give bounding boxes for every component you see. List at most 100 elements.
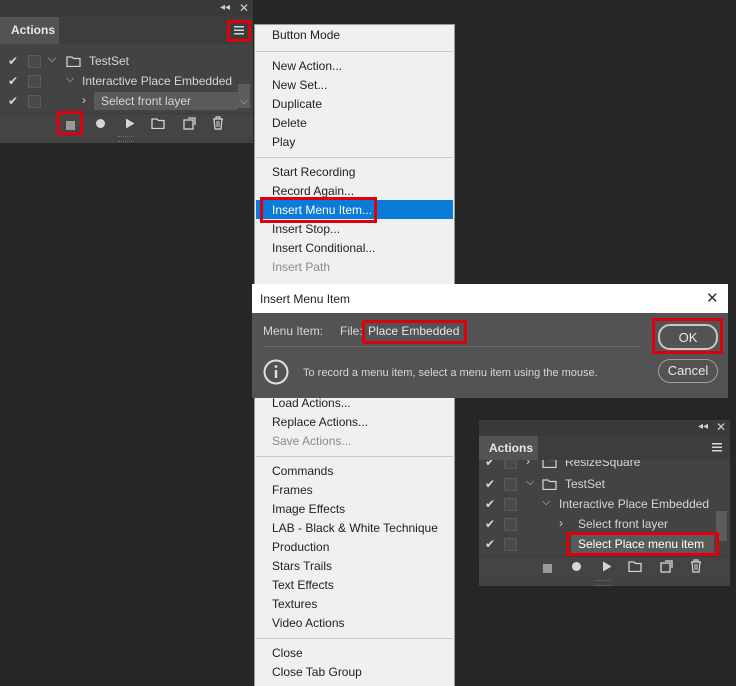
chevron-down-icon[interactable]: ⌵ bbox=[542, 496, 550, 509]
menu-item-insert-path: Insert Path bbox=[272, 260, 331, 274]
play-icon[interactable] bbox=[602, 561, 612, 575]
collapse-icon[interactable]: ◂◂ bbox=[698, 421, 708, 432]
new-set-icon[interactable] bbox=[151, 117, 165, 132]
menu-item-insert-conditional[interactable]: Insert Conditional... bbox=[272, 241, 375, 255]
menu-item-production[interactable]: Production bbox=[272, 540, 329, 554]
trash-icon[interactable] bbox=[690, 559, 702, 576]
menu-item-lab-bw[interactable]: LAB - Black & White Technique bbox=[272, 521, 438, 535]
menu-item-save-actions: Save Actions... bbox=[272, 434, 352, 448]
dialog-info-text: To record a menu item, select a menu ite… bbox=[303, 367, 598, 379]
menu-item-new-set[interactable]: New Set... bbox=[272, 78, 327, 92]
chevron-right-icon[interactable]: › bbox=[526, 460, 530, 468]
new-set-icon[interactable] bbox=[628, 560, 642, 575]
check-icon[interactable]: ✔ bbox=[485, 537, 495, 551]
menu-item-frames[interactable]: Frames bbox=[272, 483, 313, 497]
action-row-testset[interactable]: ✔ ⌵ TestSet bbox=[479, 474, 714, 494]
action-row-select-front[interactable]: ✔ › Select front layer bbox=[479, 514, 714, 534]
menu-item-button-mode[interactable]: Button Mode bbox=[272, 28, 340, 42]
dialog-toggle-box[interactable] bbox=[504, 498, 517, 511]
menu-separator bbox=[256, 157, 453, 158]
scroll-down-icon[interactable]: ⌵ bbox=[240, 96, 248, 107]
action-row-label: Select front layer bbox=[578, 517, 669, 531]
action-row-label: Interactive Place Embedded bbox=[559, 497, 710, 511]
resize-grip[interactable] bbox=[596, 580, 612, 586]
action-row-label: ResizeSquare bbox=[565, 460, 641, 469]
cancel-button[interactable]: Cancel bbox=[658, 359, 718, 383]
stop-icon[interactable] bbox=[66, 119, 75, 133]
menu-item-commands[interactable]: Commands bbox=[272, 464, 333, 478]
menu-item-record-again[interactable]: Record Again... bbox=[272, 184, 354, 198]
panel-menu-icon[interactable] bbox=[232, 24, 246, 36]
dialog-toggle-box[interactable] bbox=[28, 55, 41, 68]
action-row-resizesquare[interactable]: ✔ › ResizeSquare bbox=[479, 460, 714, 474]
check-icon[interactable]: ✔ bbox=[8, 54, 18, 68]
check-icon[interactable]: ✔ bbox=[8, 74, 18, 88]
collapse-icon[interactable]: ◂◂ bbox=[220, 2, 232, 14]
chevron-down-icon[interactable]: ⌵ bbox=[48, 53, 56, 66]
record-icon[interactable] bbox=[571, 561, 582, 575]
menu-item-duplicate[interactable]: Duplicate bbox=[272, 97, 322, 111]
ok-button[interactable]: OK bbox=[658, 324, 718, 350]
action-row-select-place[interactable]: ✔ Select Place menu item bbox=[479, 534, 714, 554]
action-row-label: Select Place menu item bbox=[578, 537, 705, 551]
dialog-toggle-box[interactable] bbox=[28, 95, 41, 108]
menu-item-text-effects[interactable]: Text Effects bbox=[272, 578, 334, 592]
new-action-icon[interactable] bbox=[183, 117, 196, 133]
new-action-icon[interactable] bbox=[660, 560, 673, 576]
folder-icon bbox=[542, 460, 557, 471]
check-icon[interactable]: ✔ bbox=[8, 94, 18, 108]
panel1-titlebar bbox=[0, 0, 253, 17]
action-row-label: Select front layer bbox=[101, 94, 192, 108]
record-icon[interactable] bbox=[95, 118, 106, 132]
folder-icon bbox=[542, 478, 557, 493]
menu-separator bbox=[256, 51, 453, 52]
close-icon[interactable]: ✕ bbox=[239, 1, 251, 15]
action-row-select-front[interactable]: ✔ › Select front layer bbox=[0, 91, 238, 111]
menu-item-insert-stop[interactable]: Insert Stop... bbox=[272, 222, 340, 236]
check-icon[interactable]: ✔ bbox=[485, 477, 495, 491]
menu-item-delete[interactable]: Delete bbox=[272, 116, 307, 130]
stop-icon[interactable] bbox=[543, 562, 552, 576]
check-icon[interactable]: ✔ bbox=[485, 497, 495, 511]
tab-actions[interactable]: Actions bbox=[479, 436, 538, 460]
action-row-interactive[interactable]: ✔ ⌵ Interactive Place Embedded bbox=[479, 494, 714, 514]
action-row-testset[interactable]: ✔ ⌵ TestSet bbox=[0, 51, 238, 71]
panel-menu-icon[interactable] bbox=[710, 441, 724, 456]
menu-item-load-actions[interactable]: Load Actions... bbox=[272, 396, 351, 410]
menu-item-image-effects[interactable]: Image Effects bbox=[272, 502, 345, 516]
menu-item-value: Place Embedded bbox=[368, 324, 460, 338]
dialog-toggle-box[interactable] bbox=[504, 538, 517, 551]
menu-item-textures[interactable]: Textures bbox=[272, 597, 317, 611]
dialog-toggle-box[interactable] bbox=[28, 75, 41, 88]
menu-item-new-action[interactable]: New Action... bbox=[272, 59, 342, 73]
chevron-down-icon[interactable]: ⌵ bbox=[66, 73, 74, 86]
dialog-titlebar: Insert Menu Item ✕ bbox=[252, 284, 728, 313]
play-icon[interactable] bbox=[125, 118, 135, 132]
trash-icon[interactable] bbox=[212, 116, 224, 133]
menu-item-start-recording[interactable]: Start Recording bbox=[272, 165, 355, 179]
dialog-toggle-box[interactable] bbox=[504, 478, 517, 491]
dialog-divider bbox=[263, 346, 641, 347]
scrollbar[interactable] bbox=[716, 511, 727, 541]
resize-grip[interactable] bbox=[118, 136, 134, 142]
menu-item-insert-menu-item[interactable]: Insert Menu Item... bbox=[272, 203, 372, 217]
action-row-label: Interactive Place Embedded bbox=[82, 74, 233, 88]
menu-item-stars-trails[interactable]: Stars Trails bbox=[272, 559, 332, 573]
dialog-toggle-box[interactable] bbox=[504, 518, 517, 531]
panel2-titlebar bbox=[479, 420, 730, 436]
action-row-interactive[interactable]: ✔ ⌵ Interactive Place Embedded bbox=[0, 71, 238, 91]
check-icon[interactable]: ✔ bbox=[485, 517, 495, 531]
chevron-right-icon[interactable]: › bbox=[82, 93, 86, 107]
menu-item-play[interactable]: Play bbox=[272, 135, 295, 149]
close-icon[interactable]: ✕ bbox=[706, 289, 719, 307]
menu-item-replace-actions[interactable]: Replace Actions... bbox=[272, 415, 368, 429]
chevron-down-icon[interactable]: ⌵ bbox=[526, 476, 534, 489]
close-icon[interactable]: ✕ bbox=[716, 420, 726, 434]
dialog-toggle-box[interactable] bbox=[504, 460, 517, 469]
check-icon[interactable]: ✔ bbox=[485, 460, 495, 469]
tab-actions[interactable]: Actions bbox=[0, 17, 59, 44]
chevron-right-icon[interactable]: › bbox=[559, 516, 563, 530]
menu-item-close[interactable]: Close bbox=[272, 646, 303, 660]
menu-item-close-tab-group[interactable]: Close Tab Group bbox=[272, 665, 362, 679]
menu-item-video-actions[interactable]: Video Actions bbox=[272, 616, 345, 630]
